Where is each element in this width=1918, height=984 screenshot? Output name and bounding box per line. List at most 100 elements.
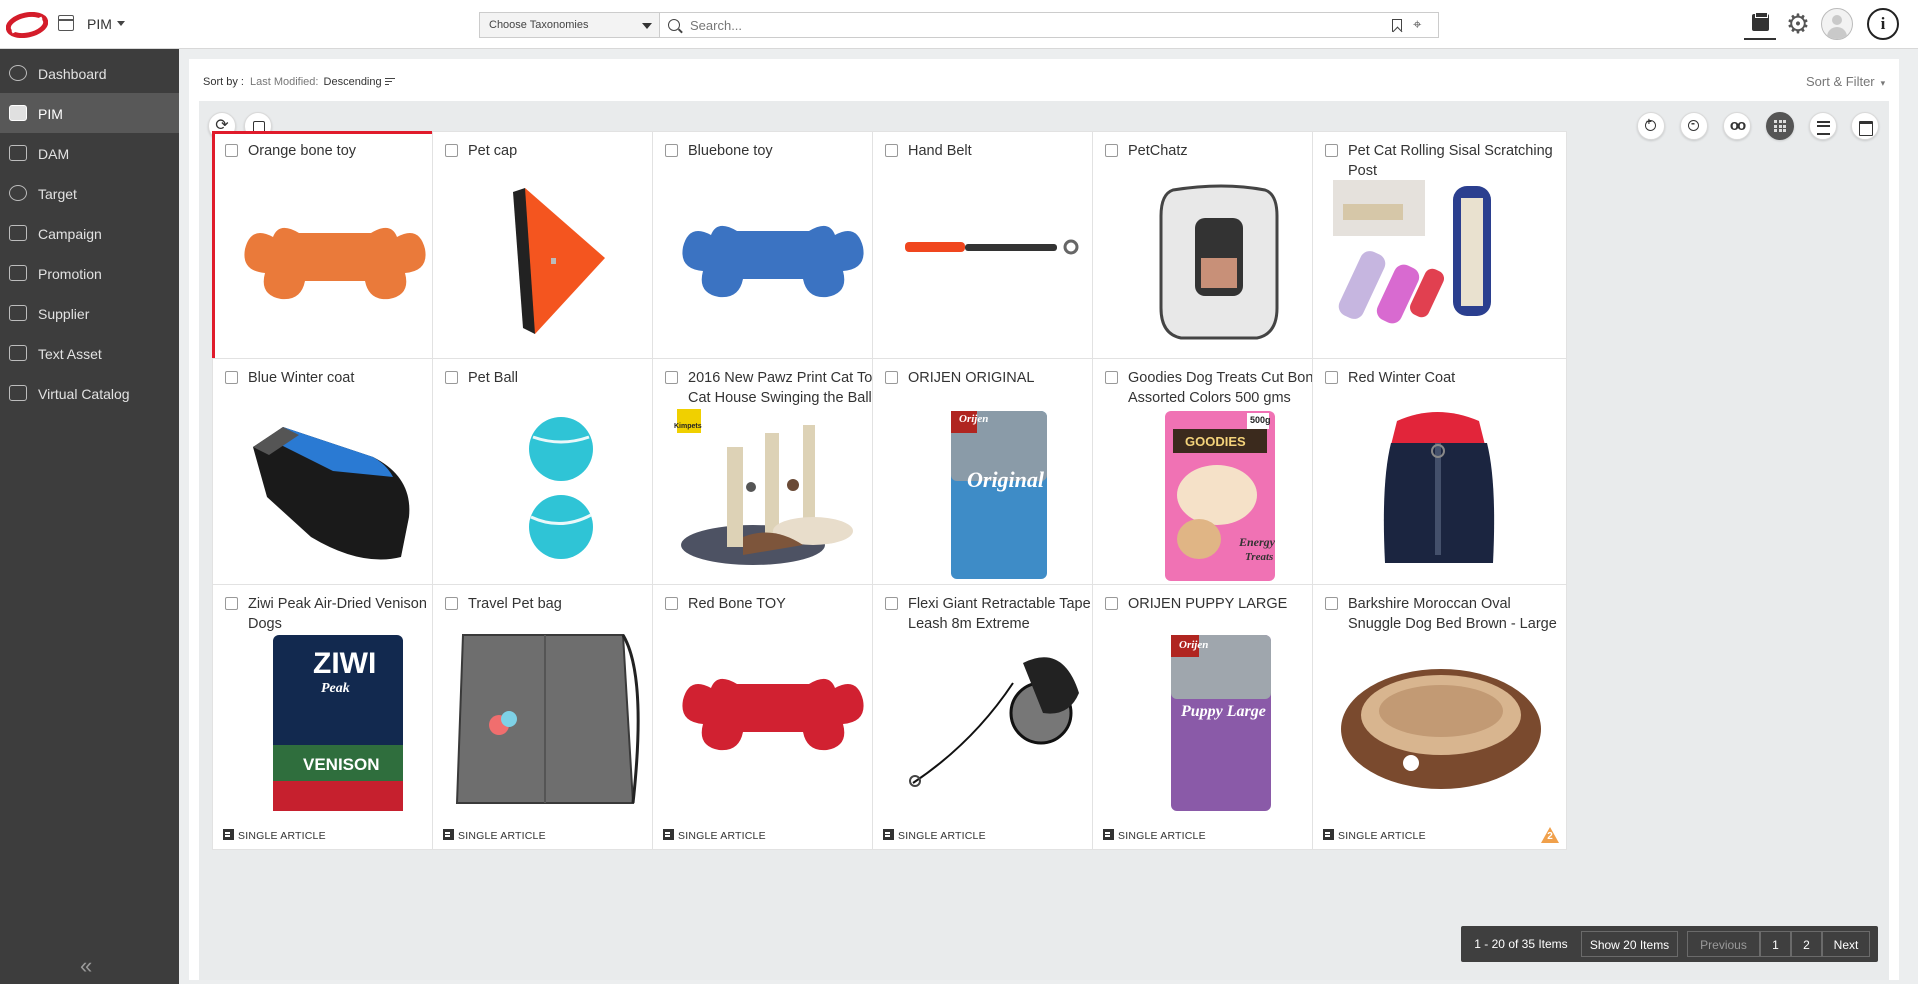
product-card[interactable]: Red Bone TOYSINGLE ARTICLE2 (652, 584, 907, 850)
bookmark-icon[interactable] (1392, 19, 1402, 32)
page-button-2[interactable]: 2 (1791, 931, 1822, 957)
grid-view-button[interactable] (1766, 112, 1794, 140)
preview-glasses-button[interactable]: oo (1723, 112, 1751, 140)
hand-belt-image[interactable] (893, 180, 1106, 362)
travel-bag-image[interactable] (453, 633, 666, 815)
card-title[interactable]: PetChatz (1128, 141, 1340, 161)
pin-icon[interactable]: ⌖ (1413, 16, 1421, 33)
card-checkbox[interactable] (1325, 144, 1338, 157)
sidebar-item-dashboard[interactable]: Dashboard (0, 53, 179, 93)
sisal-post-image[interactable] (1333, 180, 1546, 362)
petchatz-image[interactable] (1113, 180, 1326, 362)
zoom-out-button[interactable] (1680, 112, 1708, 140)
sort-order[interactable]: Descending (324, 76, 382, 88)
red-bone-image[interactable] (673, 633, 886, 815)
red-coat-image[interactable] (1333, 407, 1546, 589)
card-checkbox[interactable] (1105, 597, 1118, 610)
pet-cap-image[interactable] (453, 180, 666, 362)
product-card[interactable]: Ziwi Peak Air-Dried Venison For Dogs ZIWI… (212, 584, 467, 850)
user-avatar[interactable] (1821, 8, 1853, 40)
card-title[interactable]: Ziwi Peak Air-Dried Venison For Dogs (248, 594, 460, 634)
card-title[interactable]: Travel Pet bag (468, 594, 680, 614)
card-checkbox[interactable] (1105, 371, 1118, 384)
goodies-image[interactable]: GOODIES 500g Energy Treats (1113, 407, 1326, 589)
sidebar-item-campaign[interactable]: Campaign (0, 213, 179, 253)
card-title[interactable]: ORIJEN PUPPY LARGE (1128, 594, 1340, 614)
ziwi-image[interactable]: ZIWI Peak VENISON (233, 633, 446, 815)
gear-icon[interactable]: ⚙ (1782, 8, 1814, 40)
card-checkbox[interactable] (445, 371, 458, 384)
card-title[interactable]: Goodies Dog Treats Cut Bone Assorted Col… (1128, 368, 1340, 408)
card-title[interactable]: 2016 New Pawz Print Cat Toy Cat House Sw… (688, 368, 900, 408)
sort-order-icon[interactable] (384, 78, 395, 86)
sidebar-item-promotion[interactable]: Promotion (0, 253, 179, 293)
card-checkbox[interactable] (225, 597, 238, 610)
blue-bone-image[interactable] (673, 180, 886, 362)
card-title[interactable]: Hand Belt (908, 141, 1120, 161)
collapse-sidebar-icon[interactable]: « (80, 953, 92, 979)
page-size-button[interactable]: Show 20 Items (1581, 931, 1678, 957)
sidebar-item-dam[interactable]: DAM (0, 133, 179, 173)
card-checkbox[interactable] (885, 144, 898, 157)
card-checkbox[interactable] (665, 144, 678, 157)
orijen-original-image[interactable]: Orijen Original (893, 407, 1106, 589)
brand-logo[interactable] (6, 12, 48, 38)
card-title[interactable]: Flexi Giant Retractable Tape Leash 8m Ex… (908, 594, 1120, 634)
card-title[interactable]: Pet cap (468, 141, 680, 161)
warning-badge[interactable]: 2 (1540, 826, 1560, 844)
card-title[interactable]: ORIJEN ORIGINAL (908, 368, 1120, 388)
sidebar-item-text-asset[interactable]: Text Asset (0, 333, 179, 373)
sidebar-item-virtual-catalog[interactable]: Virtual Catalog (0, 373, 179, 413)
card-checkbox[interactable] (445, 597, 458, 610)
card-title[interactable]: Orange bone toy (248, 141, 460, 161)
card-title[interactable]: Red Winter Coat (1348, 368, 1560, 388)
card-title[interactable]: Barkshire Moroccan Oval Snuggle Dog Bed … (1348, 594, 1560, 634)
task-board-icon[interactable] (1744, 8, 1776, 40)
sidebar-item-pim[interactable]: PIM (0, 93, 179, 133)
card-checkbox[interactable] (445, 144, 458, 157)
card-title[interactable]: Blue Winter coat (248, 368, 460, 388)
taxonomy-select-value: Choose Taxonomies (489, 19, 589, 31)
cat-tree-image[interactable]: Kimpets (673, 407, 886, 589)
card-checkbox[interactable] (665, 371, 678, 384)
module-icon[interactable] (58, 15, 74, 31)
caret-down-icon[interactable] (117, 21, 125, 26)
card-checkbox[interactable] (665, 597, 678, 610)
card-checkbox[interactable] (225, 144, 238, 157)
card-checkbox[interactable] (225, 371, 238, 384)
flexi-leash-image[interactable] (893, 633, 1106, 815)
card-title[interactable]: Red Bone TOY (688, 594, 900, 614)
product-card[interactable]: ORIJEN PUPPY LARGE Orijen Puppy Large SINGL… (1092, 584, 1347, 850)
card-checkbox[interactable] (1325, 597, 1338, 610)
sort-filter-toggle[interactable]: Sort & Filter ▾ (1806, 74, 1885, 89)
search-icon[interactable] (668, 19, 680, 31)
card-checkbox[interactable] (885, 371, 898, 384)
sidebar-item-target[interactable]: Target (0, 173, 179, 213)
card-title[interactable]: Bluebone toy (688, 141, 900, 161)
calendar-view-button[interactable] (1851, 112, 1879, 140)
info-icon[interactable]: i (1867, 8, 1899, 40)
sort-field[interactable]: Last Modified: (250, 76, 318, 88)
card-title[interactable]: Pet Cat Rolling Sisal Scratching Post (1348, 141, 1560, 181)
card-title[interactable]: Pet Ball (468, 368, 680, 388)
card-checkbox[interactable] (1105, 144, 1118, 157)
product-card[interactable]: Barkshire Moroccan Oval Snuggle Dog Bed … (1312, 584, 1567, 850)
page-button-1[interactable]: 1 (1760, 931, 1791, 957)
module-switcher-label[interactable]: PIM (87, 16, 112, 32)
previous-page-button[interactable]: Previous (1687, 931, 1760, 957)
taxonomy-select[interactable]: Choose Taxonomies (479, 12, 660, 38)
blue-coat-image[interactable] (233, 407, 446, 589)
list-view-button[interactable] (1809, 112, 1837, 140)
card-checkbox[interactable] (885, 597, 898, 610)
search-input[interactable] (690, 16, 1340, 34)
orange-bone-image[interactable] (235, 182, 448, 364)
dog-bed-image[interactable] (1333, 633, 1546, 815)
orijen-puppy-image[interactable]: Orijen Puppy Large (1113, 633, 1326, 815)
card-checkbox[interactable] (1325, 371, 1338, 384)
sidebar-item-supplier[interactable]: Supplier (0, 293, 179, 333)
next-page-button[interactable]: Next (1822, 931, 1870, 957)
product-card[interactable]: Travel Pet bagSINGLE ARTICLE3 (432, 584, 687, 850)
product-card[interactable]: Flexi Giant Retractable Tape Leash 8m Ex… (872, 584, 1127, 850)
zoom-in-button[interactable] (1637, 112, 1665, 140)
pet-ball-image[interactable] (453, 407, 666, 589)
